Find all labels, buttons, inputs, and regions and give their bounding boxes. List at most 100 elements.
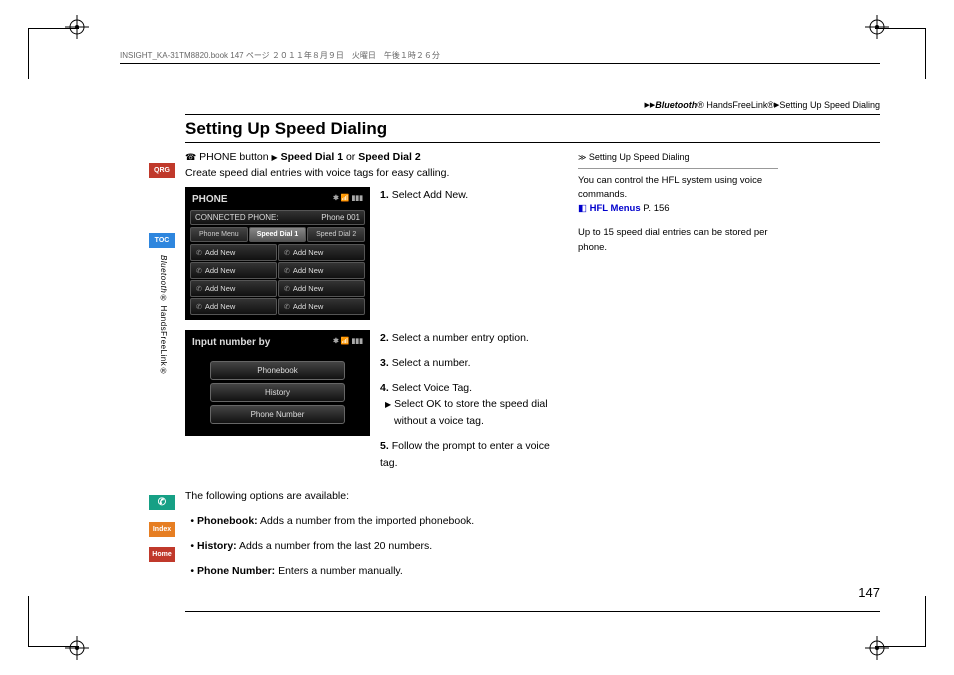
phone-icon: ✆: [284, 285, 290, 293]
screen1-connected-label: CONNECTED PHONE:: [195, 213, 279, 222]
step-5-num: 5.: [380, 440, 389, 452]
phone-icon: ✆: [284, 249, 290, 257]
screen1-cell: ✆Add New: [278, 262, 365, 279]
screen1-cell: ✆Add New: [190, 298, 277, 315]
step-3-text: Select a number.: [392, 357, 471, 369]
nav-or: or: [343, 151, 358, 163]
cell-label: Add New: [293, 302, 323, 311]
screen1-tab-speed-dial-1: Speed Dial 1: [249, 227, 307, 242]
phone-icon: ✆: [196, 285, 202, 293]
step-2-text: Select a number entry option.: [392, 332, 529, 344]
screen2-status-icons: ✱ 📶 ▮▮▮: [333, 337, 363, 348]
screen2-btn-phonebook: Phonebook: [210, 361, 345, 380]
screen1-cell: ✆Add New: [278, 244, 365, 261]
step-5-text: Follow the prompt to enter a voice tag.: [380, 440, 550, 469]
screen1-cell: ✆Add New: [278, 298, 365, 315]
option-phone-number: Phone Number: Enters a number manually.: [197, 562, 560, 581]
phone-icon: ✆: [196, 303, 202, 311]
cell-label: Add New: [205, 284, 235, 293]
tab-home[interactable]: Home: [149, 547, 175, 562]
screen1-tab-speed-dial-2: Speed Dial 2: [307, 227, 365, 242]
phone-icon: ✆: [284, 267, 290, 275]
page-number: 147: [858, 585, 880, 600]
sidebar-heading-icon: ≫: [578, 153, 586, 162]
step-1-text-b: .: [465, 189, 468, 201]
bottom-rule: [185, 611, 880, 612]
step-4-num: 4.: [380, 382, 389, 394]
sidebar-heading: ≫ Setting Up Speed Dialing: [578, 151, 778, 169]
screen1-title-bar: PHONE ✱ 📶 ▮▮▮: [190, 192, 365, 209]
sidebar-text-1: You can control the HFL system using voi…: [578, 174, 778, 203]
navigation-path: ☎ PHONE button ▶ Speed Dial 1 or Speed D…: [185, 151, 560, 163]
side-section-label: Bluetooth® HandsFreeLink®: [159, 255, 168, 376]
screenshot-row-2: Input number by ✱ 📶 ▮▮▮ Phonebook Histor…: [185, 330, 560, 480]
options-intro: The following options are available:: [185, 490, 560, 502]
tab-voice-icon[interactable]: ✆: [149, 495, 175, 510]
phone-button-icon: ☎: [185, 152, 196, 162]
step-4-sub: ▶ Select OK to store the speed dial with…: [380, 396, 560, 430]
nav-phone-button: PHONE button: [199, 151, 268, 163]
tab-qrg[interactable]: QRG: [149, 163, 175, 178]
breadcrumb-hfl: HandsFreeLink®: [704, 100, 774, 110]
tab-toc[interactable]: TOC: [149, 233, 175, 248]
step-1-text-a: Select: [392, 189, 424, 201]
option-history-desc: Adds a number from the last 20 numbers.: [237, 540, 433, 552]
cell-label: Add New: [205, 248, 235, 257]
step-2-num: 2.: [380, 332, 389, 344]
phone-icon: ✆: [196, 267, 202, 275]
screen-phone-menu: PHONE ✱ 📶 ▮▮▮ CONNECTED PHONE: Phone 001…: [185, 187, 370, 320]
sidebar-heading-text: Setting Up Speed Dialing: [589, 152, 690, 162]
sidebar-text-2: Up to 15 speed dial entries can be store…: [578, 226, 778, 255]
screen-input-number: Input number by ✱ 📶 ▮▮▮ Phonebook Histor…: [185, 330, 370, 436]
option-history-name: History:: [197, 540, 237, 552]
step-4: 4. Select Voice Tag. ▶ Select OK to stor…: [380, 380, 560, 430]
screenshot-row-1: PHONE ✱ 📶 ▮▮▮ CONNECTED PHONE: Phone 001…: [185, 187, 560, 320]
screen1-status-icons: ✱ 📶 ▮▮▮: [333, 194, 363, 205]
registration-mark-br: [865, 636, 889, 660]
screen1-cell: ✆Add New: [190, 280, 277, 297]
phone-icon: ✆: [284, 303, 290, 311]
breadcrumb: ▶▶Bluetooth® HandsFreeLink®▶Setting Up S…: [185, 100, 880, 110]
step-4-arrow-icon: ▶: [385, 400, 391, 409]
step-2: 2. Select a number entry option.: [380, 330, 560, 347]
step-5: 5. Follow the prompt to enter a voice ta…: [380, 438, 560, 472]
option-phonebook: Phonebook: Adds a number from the import…: [197, 512, 560, 531]
top-rule: [185, 114, 880, 115]
sidebar-column: ≫ Setting Up Speed Dialing You can contr…: [578, 151, 778, 591]
page-title: Setting Up Speed Dialing: [185, 119, 880, 139]
screen1-title: PHONE: [192, 194, 228, 205]
screen1-connected-row: CONNECTED PHONE: Phone 001: [190, 210, 365, 225]
side-label-rest: ® HandsFreeLink®: [159, 293, 168, 375]
step-1-col: 1. Select Add New.: [380, 187, 560, 212]
screen1-cell: ✆Add New: [190, 244, 277, 261]
option-history: History: Adds a number from the last 20 …: [197, 537, 560, 556]
nav-speed-dial-2: Speed Dial 2: [358, 151, 420, 163]
phone-icon: ✆: [196, 249, 202, 257]
tab-index[interactable]: Index: [149, 522, 175, 537]
breadcrumb-reg: ®: [697, 100, 704, 110]
screen1-tab-phone-menu: Phone Menu: [190, 227, 248, 242]
step-3: 3. Select a number.: [380, 355, 560, 372]
screen2-title-bar: Input number by ✱ 📶 ▮▮▮: [190, 335, 365, 352]
sidebar-link[interactable]: ◧ HFL Menus P. 156: [578, 202, 778, 216]
two-column-layout: ☎ PHONE button ▶ Speed Dial 1 or Speed D…: [185, 151, 880, 591]
steps-2-5-col: 2. Select a number entry option. 3. Sele…: [380, 330, 560, 480]
screen2-btn-history: History: [210, 383, 345, 402]
link-icon: ◧: [578, 203, 587, 214]
screen2-title: Input number by: [192, 337, 270, 348]
step-4-voice-tag: Voice Tag: [424, 382, 469, 394]
option-phonebook-desc: Adds a number from the imported phoneboo…: [258, 515, 475, 527]
breadcrumb-arrow-icon: ▶▶: [644, 102, 655, 109]
options-list: Phonebook: Adds a number from the import…: [185, 512, 560, 581]
screen1-cell: ✆Add New: [278, 280, 365, 297]
breadcrumb-section: Setting Up Speed Dialing: [779, 100, 880, 110]
step-4-sub-a: Select: [394, 398, 426, 410]
title-rule: [185, 142, 880, 143]
sidebar-link-page: P. 156: [643, 203, 669, 214]
side-label-bluetooth: Bluetooth: [159, 255, 168, 293]
step-4-text-b: .: [469, 382, 472, 394]
registration-mark-tr: [865, 15, 889, 39]
cell-label: Add New: [205, 266, 235, 275]
screen1-speed-dial-grid: ✆Add New ✆Add New ✆Add New ✆Add New ✆Add…: [190, 244, 365, 315]
registration-mark-bl: [65, 636, 89, 660]
